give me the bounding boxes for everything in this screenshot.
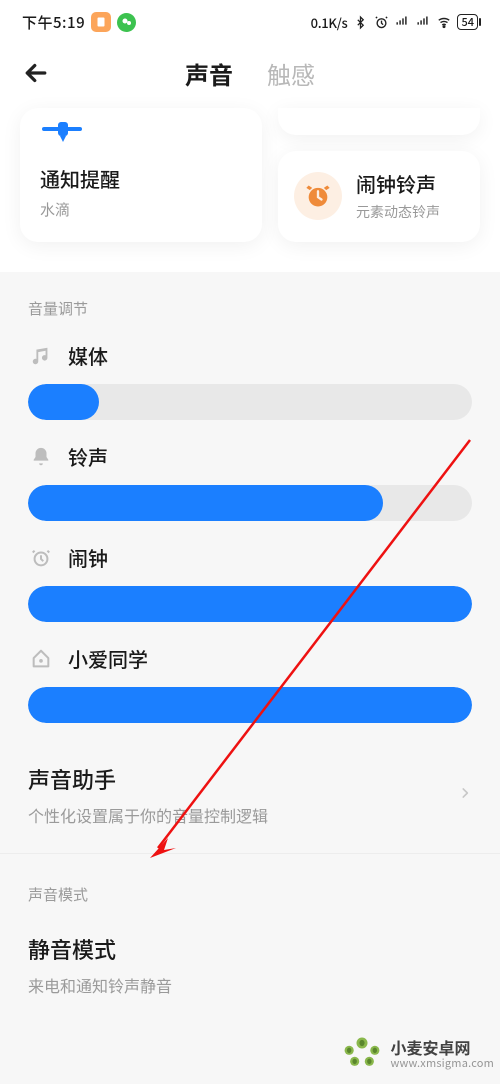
alarm-clock-icon [294, 172, 342, 220]
tab-sound[interactable]: 声音 [183, 52, 235, 95]
list-item-silent-mode[interactable]: 静音模式 来电和通知铃声静音 [0, 923, 500, 997]
card-title: 通知提醒 [40, 164, 242, 193]
slider-media: 媒体 [0, 337, 500, 438]
status-time: 下午5:19 [22, 12, 85, 33]
card-subtitle: 水滴 [40, 199, 242, 220]
slider-icon [40, 125, 84, 143]
divider [0, 853, 500, 854]
slider-label: 小爱同学 [68, 644, 148, 673]
list-title: 声音助手 [28, 763, 458, 795]
xiaoai-icon [28, 646, 54, 672]
slider-track[interactable] [28, 586, 472, 622]
alarm-icon [28, 545, 54, 571]
status-bar: 下午5:19 0.1K/s 54 [0, 0, 500, 38]
chevron-right-icon [458, 782, 472, 809]
ringtone-cards: 通知提醒 水滴 闹钟铃声 元素动态铃声 [0, 108, 500, 272]
watermark: 小麦安卓网 www.xmsigma.com [340, 1032, 494, 1076]
slider-alarm: 闹钟 [0, 539, 500, 640]
slider-label: 铃声 [68, 442, 108, 471]
bell-icon [28, 444, 54, 470]
status-right: 0.1K/s 54 [311, 13, 478, 32]
watermark-text-en: www.xmsigma.com [390, 1057, 494, 1069]
slider-fill [28, 586, 472, 622]
header-tabs: 声音 触感 [64, 52, 436, 95]
list-title: 静音模式 [28, 933, 472, 965]
app-icon-wechat [117, 13, 136, 32]
wifi-icon [436, 14, 452, 30]
slider-xiaoai: 小爱同学 [0, 640, 500, 741]
back-button[interactable] [8, 45, 64, 101]
status-left: 下午5:19 [22, 12, 136, 33]
slider-fill [28, 485, 383, 521]
slider-track[interactable] [28, 485, 472, 521]
page-header: 声音 触感 [0, 38, 500, 108]
slider-fill [28, 687, 472, 723]
network-speed: 0.1K/s [311, 13, 348, 32]
card-peek[interactable] [278, 108, 480, 135]
battery-indicator: 54 [457, 14, 478, 30]
slider-track[interactable] [28, 687, 472, 723]
section-heading-volume: 音量调节 [0, 272, 500, 337]
slider-fill [28, 384, 99, 420]
card-notification-sound[interactable]: 通知提醒 水滴 [20, 108, 262, 242]
slider-track[interactable] [28, 384, 472, 420]
card-alarm-sound[interactable]: 闹钟铃声 元素动态铃声 [278, 151, 480, 242]
section-heading-sound-mode: 声音模式 [0, 858, 500, 923]
list-subtitle: 个性化设置属于你的音量控制逻辑 [28, 803, 458, 827]
watermark-logo-icon [340, 1032, 384, 1076]
bluetooth-icon [352, 14, 368, 30]
alarm-icon [373, 14, 389, 30]
app-icon-notes [91, 12, 111, 32]
slider-label: 媒体 [68, 341, 108, 370]
list-item-sound-assistant[interactable]: 声音助手 个性化设置属于你的音量控制逻辑 [0, 741, 500, 849]
tab-haptic[interactable]: 触感 [265, 52, 317, 95]
slider-label: 闹钟 [68, 543, 108, 572]
signal-icon-1 [394, 14, 410, 30]
signal-icon-2 [415, 14, 431, 30]
music-note-icon [28, 343, 54, 369]
card-subtitle: 元素动态铃声 [356, 202, 440, 222]
card-title: 闹钟铃声 [356, 169, 440, 198]
list-subtitle: 来电和通知铃声静音 [28, 973, 472, 997]
slider-ring: 铃声 [0, 438, 500, 539]
